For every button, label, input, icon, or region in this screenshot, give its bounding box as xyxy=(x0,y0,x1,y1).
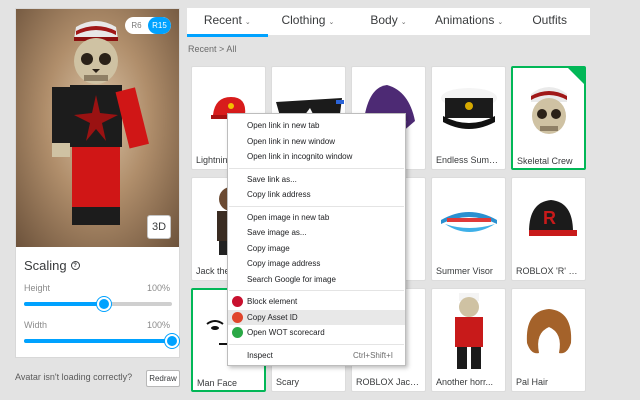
item-name: Scary xyxy=(276,377,300,387)
height-slider-fill xyxy=(24,302,104,306)
width-value: 100% xyxy=(146,320,170,330)
width-label: Width xyxy=(24,320,48,330)
height-slider[interactable] xyxy=(24,297,172,311)
item-name: Endless Summe... xyxy=(436,155,502,165)
item-card[interactable]: Another horr... xyxy=(431,288,506,392)
width-slider-thumb[interactable] xyxy=(165,334,179,348)
menu-item-label: Open link in new tab xyxy=(247,121,320,130)
menu-item-open-link-in-new-tab[interactable]: Open link in new tab xyxy=(228,118,405,133)
category-tabs: Recent ⌄ Clothing ⌄ Body ⌄ Animations ⌄ Outf… xyxy=(187,8,590,37)
item-name: Man Face xyxy=(197,378,238,388)
item-thumbnail xyxy=(512,289,585,373)
tab-body[interactable]: Body ⌄ xyxy=(348,8,429,35)
tab-outfits[interactable]: Outfits xyxy=(509,8,590,35)
menu-item-label: Inspect xyxy=(247,350,273,360)
item-card[interactable]: Endless Summe... xyxy=(431,66,506,170)
menu-item-label: Save link as... xyxy=(247,174,297,184)
menu-item-open-link-in-new-window[interactable]: Open link in new window xyxy=(228,134,405,149)
menu-item-open-image-in-new-tab[interactable]: Open image in new tab xyxy=(228,210,405,225)
menu-item-copy-image-address[interactable]: Copy image address xyxy=(228,256,405,271)
rig-r6-option[interactable]: R6 xyxy=(125,17,148,34)
asset-id-icon xyxy=(232,311,243,323)
menu-item-label: Open image in new tab xyxy=(247,212,330,222)
menu-item-label: Open link in incognito window xyxy=(247,152,353,161)
menu-item-label: Copy link address xyxy=(247,190,311,199)
item-name: Skeletal Crew xyxy=(517,156,573,166)
ublock-icon xyxy=(232,296,243,307)
avatar-panel: R6 R15 3D Scaling ? Height 100% Width 10… xyxy=(15,8,180,358)
menu-separator xyxy=(229,343,404,345)
height-label: Height xyxy=(24,283,51,293)
tab-animations[interactable]: Animations ⌄ xyxy=(429,8,510,35)
help-icon[interactable]: ? xyxy=(70,261,80,270)
menu-item-save-link-as[interactable]: Save link as... xyxy=(228,172,405,187)
redraw-button[interactable]: Redraw xyxy=(146,370,180,387)
menu-separator xyxy=(229,290,404,291)
rig-r15-option[interactable]: R15 xyxy=(148,17,171,34)
menu-item-search-google-for-image[interactable]: Search Google for image xyxy=(228,272,405,287)
menu-item-label: Copy Asset ID xyxy=(247,312,298,322)
item-card[interactable]: R ROBLOX 'R' Bas... xyxy=(511,177,586,281)
context-menu: Open link in new tab Open link in new win… xyxy=(227,113,406,366)
tab-recent[interactable]: Recent ⌄ xyxy=(187,8,268,37)
avatar-viewport[interactable]: R6 R15 3D xyxy=(16,9,179,247)
breadcrumb-all: All xyxy=(226,44,237,54)
item-name: Another horr... xyxy=(436,377,494,387)
breadcrumb: Recent > All xyxy=(188,44,236,54)
item-card[interactable]: Summer Visor xyxy=(431,177,506,281)
width-slider-fill xyxy=(24,339,172,343)
menu-item-label: Copy image xyxy=(247,243,290,253)
menu-item-label: Open WOT scorecard xyxy=(247,328,325,337)
chevron-down-icon: ⌄ xyxy=(497,19,504,26)
menu-separator xyxy=(229,167,404,169)
avatar-render xyxy=(52,21,149,225)
item-thumbnail: R xyxy=(512,178,585,262)
menu-item-block-element[interactable]: Block element xyxy=(228,294,405,309)
item-name: ROBLOX Jacket xyxy=(356,377,422,387)
menu-item-inspect[interactable]: Inspect Ctrl+Shift+I xyxy=(228,348,405,363)
menu-separator xyxy=(229,205,404,207)
tab-clothing[interactable]: Clothing ⌄ xyxy=(268,8,349,35)
wot-icon xyxy=(232,327,243,338)
menu-item-open-wot-scorecard[interactable]: Open WOT scorecard xyxy=(228,325,405,340)
height-value: 100% xyxy=(146,283,170,293)
avatar-loading-text: Avatar isn't loading correctly? xyxy=(15,372,133,382)
height-slider-thumb[interactable] xyxy=(96,297,111,311)
menu-item-copy-link-address[interactable]: Copy link address xyxy=(228,187,405,202)
item-card[interactable]: Pal Hair xyxy=(511,288,586,392)
item-thumbnail xyxy=(432,178,505,262)
width-slider[interactable] xyxy=(24,334,179,348)
menu-item-copy-image[interactable]: Copy image xyxy=(228,241,405,256)
breadcrumb-recent[interactable]: Recent xyxy=(188,44,217,54)
menu-item-save-image-as[interactable]: Save image as... xyxy=(228,225,405,240)
breadcrumb-sep: > xyxy=(219,44,225,54)
menu-item-label: Block element xyxy=(247,297,298,306)
item-card[interactable]: Skeletal Crew xyxy=(511,66,586,170)
chevron-down-icon: ⌄ xyxy=(244,19,251,26)
item-name: ROBLOX 'R' Bas... xyxy=(516,266,582,276)
menu-item-label: Search Google for image xyxy=(247,274,336,284)
menu-item-copy-asset-id[interactable]: Copy Asset ID xyxy=(228,309,405,325)
menu-item-label: Copy image address xyxy=(247,259,321,268)
chevron-down-icon: ⌄ xyxy=(328,19,335,26)
scaling-heading: Scaling ? xyxy=(24,258,80,273)
view-3d-button[interactable]: 3D xyxy=(147,215,171,239)
menu-item-open-link-in-incognito-window[interactable]: Open link in incognito window xyxy=(228,149,405,164)
rig-type-toggle[interactable]: R6 R15 xyxy=(125,17,171,34)
item-name: Pal Hair xyxy=(516,377,549,387)
menu-item-label: Save image as... xyxy=(247,228,307,237)
item-thumbnail xyxy=(432,289,505,373)
item-thumbnail xyxy=(432,67,505,151)
chevron-down-icon: ⌄ xyxy=(400,19,407,26)
selected-check-icon xyxy=(567,68,584,85)
item-name: Summer Visor xyxy=(436,266,493,276)
svg-text:R: R xyxy=(543,208,556,228)
inspect-shortcut: Ctrl+Shift+I xyxy=(352,350,393,360)
scaling-title: Scaling xyxy=(24,258,67,273)
menu-item-label: Open link in new window xyxy=(247,136,336,146)
